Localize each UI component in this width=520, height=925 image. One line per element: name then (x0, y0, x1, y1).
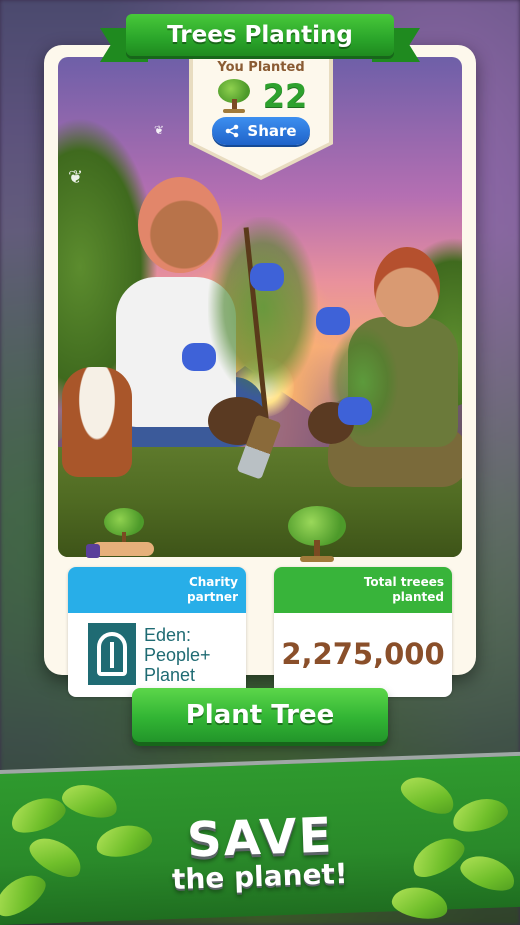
butterfly-icon: ❦ (68, 167, 84, 188)
partner-name-line1: Eden: (144, 625, 192, 645)
plant-tree-button[interactable]: Plant Tree (132, 688, 388, 742)
share-button[interactable]: Share (212, 117, 310, 145)
total-trees-value: 2,275,000 (281, 637, 445, 671)
dog-character (62, 367, 132, 477)
total-trees-label: Total treees planted (363, 575, 444, 604)
page-title: Trees Planting (167, 22, 353, 48)
slogan-line2: the planet! (171, 856, 349, 897)
save-the-planet-slogan: SAVE the planet! (0, 807, 520, 897)
partner-name-line2: People+ (144, 645, 211, 665)
share-label: Share (247, 122, 297, 140)
you-planted-label: You Planted (217, 60, 305, 75)
share-icon (225, 124, 239, 138)
tree-icon (215, 79, 253, 113)
eden-logo (88, 623, 136, 685)
charity-partner-panel: Charity partner Eden: People+ Planet (68, 567, 246, 697)
partner-name-line3: Planet (144, 665, 196, 685)
charity-partner-label: Charity partner (187, 575, 238, 604)
total-trees-panel: Total treees planted 2,275,000 (274, 567, 452, 697)
title-ribbon: Trees Planting (100, 10, 420, 62)
plant-tree-label: Plant Tree (185, 700, 335, 730)
planted-count: 22 (262, 77, 308, 115)
butterfly-icon: ❦ (154, 123, 165, 137)
hand-tree-icon (86, 508, 160, 562)
tree-icon (286, 506, 348, 566)
